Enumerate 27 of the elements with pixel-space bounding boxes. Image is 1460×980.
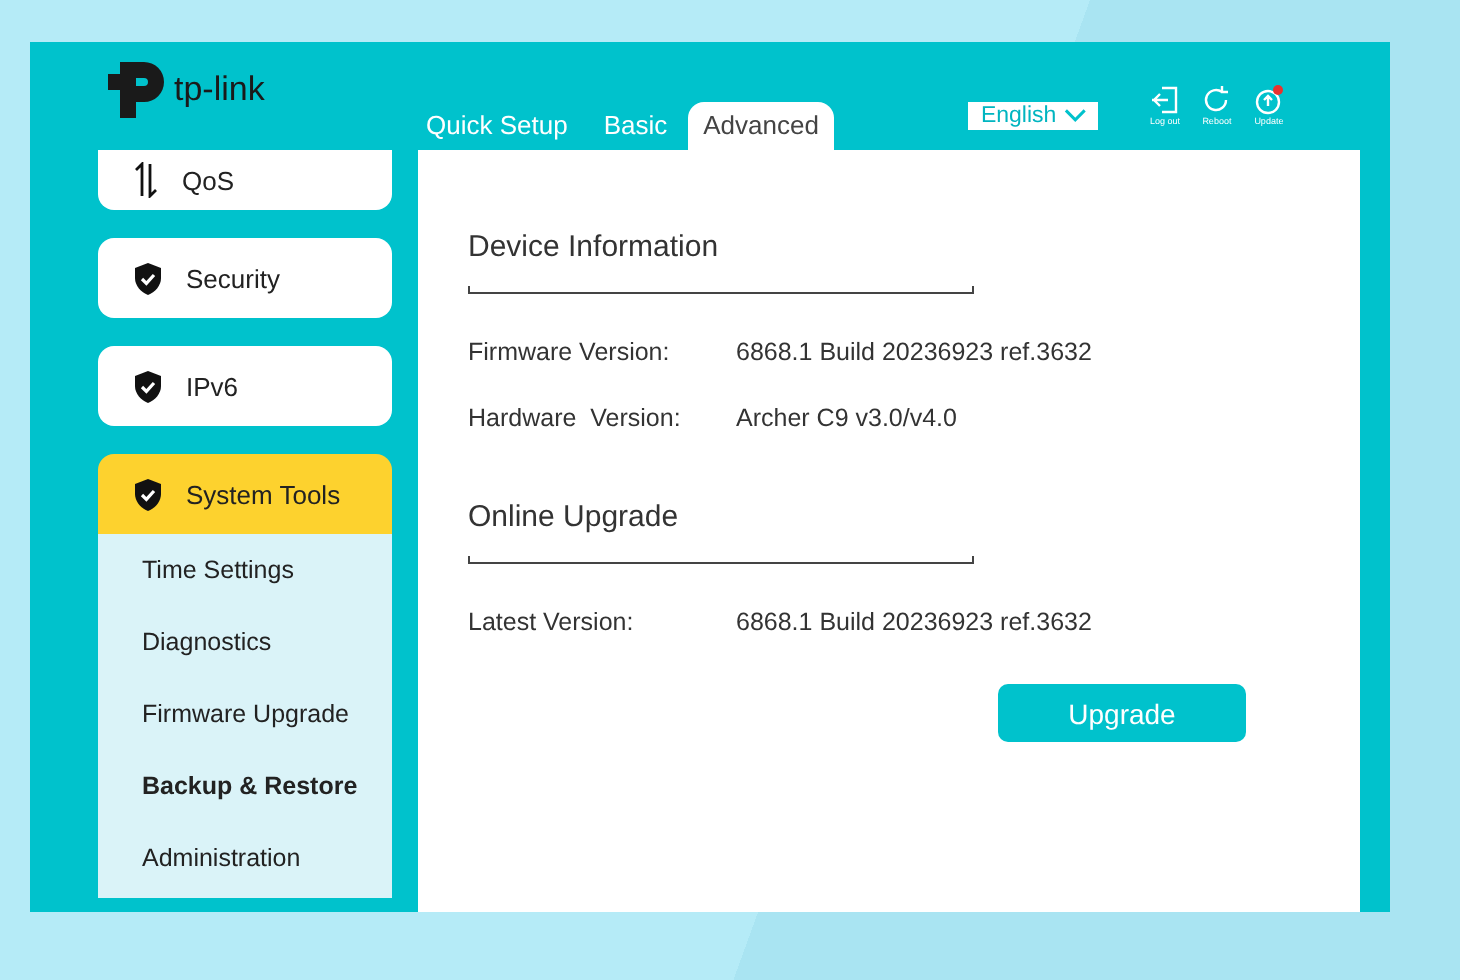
- chevron-down-icon: [1064, 108, 1087, 124]
- field-value: Archer C9 v3.0/v4.0: [736, 404, 957, 432]
- logo-icon: [104, 58, 168, 122]
- shield-check-icon: [134, 369, 162, 403]
- submenu-item[interactable]: Administration: [142, 838, 301, 878]
- submenu-item[interactable]: Firmware Upgrade: [142, 694, 350, 734]
- submenu-item[interactable]: Time Settings: [142, 550, 294, 590]
- field-label: Latest Version:: [468, 608, 636, 636]
- shield-check-icon: [134, 261, 162, 295]
- sidebar-menu-item[interactable]: System Tools: [98, 454, 392, 534]
- shield-check-icon: [134, 477, 162, 511]
- submenu-item[interactable]: Backup & Restore: [142, 766, 358, 806]
- sidebar-menu-item[interactable]: QoS: [98, 150, 392, 210]
- section-title: Online Upgrade: [468, 500, 681, 534]
- sidebar-menu-item[interactable]: IPv6: [98, 346, 392, 426]
- field-label: Firmware Version:: [468, 338, 672, 366]
- field-label: Hardware Version:: [468, 404, 683, 432]
- nav-tab[interactable]: Advanced: [687, 102, 835, 150]
- field-value: 6868.1 Build 20236923 ref.3632: [736, 608, 1092, 636]
- section-title: Device Information: [468, 230, 721, 264]
- submenu-item[interactable]: Diagnostics: [142, 622, 272, 662]
- up-down-arrows-icon: [134, 162, 158, 198]
- reboot-icon: [1200, 84, 1233, 116]
- logout-icon: [1148, 84, 1181, 116]
- logo-text: tp-link: [174, 70, 265, 110]
- sidebar-menu-item[interactable]: Security: [98, 238, 392, 318]
- field-value: 6868.1 Build 20236923 ref.3632: [736, 338, 1092, 366]
